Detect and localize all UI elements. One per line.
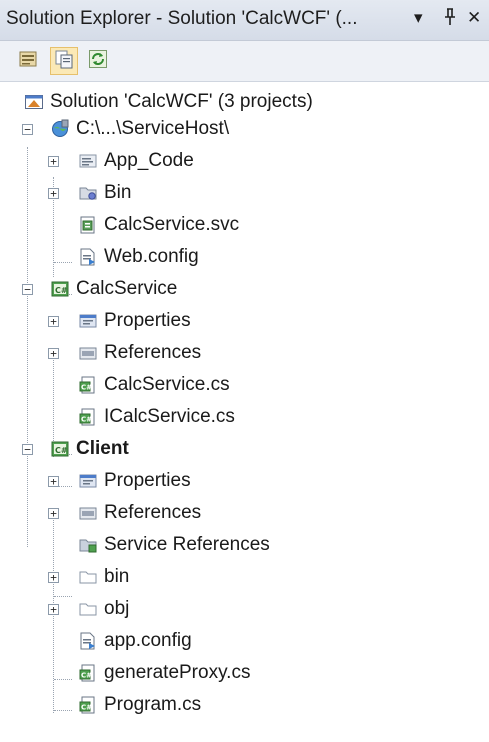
tree-item-label: app.config — [104, 630, 192, 651]
tree-item-solution[interactable]: Solution 'CalcWCF' (3 projects) — [24, 87, 313, 117]
expand-toggle[interactable]: + — [48, 572, 59, 583]
folder-icon — [78, 599, 98, 619]
tree-item-label: References — [104, 502, 202, 523]
expand-toggle[interactable]: + — [48, 348, 59, 359]
collapse-toggle[interactable]: − — [22, 124, 33, 135]
tree-connector-line — [54, 596, 72, 597]
collapse-toggle[interactable]: − — [22, 284, 33, 295]
tree-item-label: Properties — [104, 470, 191, 491]
tree-item-label: Solution 'CalcWCF' (3 projects) — [50, 91, 313, 112]
svg-text:C#: C# — [81, 416, 92, 424]
svg-text:C#: C# — [55, 446, 68, 455]
csharp-project-icon: C# — [50, 439, 70, 459]
tree-item-bin[interactable]: Bin — [78, 178, 131, 208]
tree-item-generateproxy-cs[interactable]: C# generateProxy.cs — [78, 658, 250, 688]
expand-toggle[interactable]: + — [48, 508, 59, 519]
svc-file-icon — [78, 215, 98, 235]
expand-toggle[interactable]: + — [48, 604, 59, 615]
expand-toggle[interactable]: + — [48, 188, 59, 199]
tree-connector-line — [54, 710, 72, 711]
properties-folder-icon — [78, 471, 98, 491]
svg-text:C#: C# — [81, 672, 92, 680]
svg-text:C#: C# — [81, 384, 92, 392]
tree-item-label: generateProxy.cs — [104, 662, 251, 683]
svg-text:C#: C# — [81, 704, 92, 712]
config-file-icon — [78, 247, 98, 267]
tree-item-app-code[interactable]: App_Code — [78, 146, 194, 176]
tree-item-program-cs[interactable]: C# Program.cs — [78, 690, 201, 720]
tree-item-label: bin — [104, 566, 130, 587]
svg-text:C#: C# — [55, 286, 68, 295]
tree-item-properties[interactable]: Properties — [78, 306, 191, 336]
refresh-icon — [88, 49, 108, 74]
tree-item-properties[interactable]: Properties — [78, 466, 191, 496]
web-project-icon — [50, 119, 70, 139]
expand-toggle[interactable]: + — [48, 316, 59, 327]
tree-item-label: CalcService — [76, 278, 178, 299]
service-references-icon — [78, 535, 98, 555]
csharp-file-icon: C# — [78, 663, 98, 683]
window-title: Solution Explorer - Solution 'CalcWCF' (… — [6, 8, 358, 29]
csharp-project-icon: C# — [50, 279, 70, 299]
show-all-files-button[interactable] — [50, 47, 78, 75]
tree-item-calcservice-project[interactable]: C# CalcService — [50, 274, 177, 304]
tree-item-servicehost-project[interactable]: C:\...\ServiceHost\ — [50, 114, 229, 144]
references-icon — [78, 343, 98, 363]
tree-item-calcservice-svc[interactable]: CalcService.svc — [78, 210, 239, 240]
tree-item-label: Web.config — [104, 246, 199, 267]
tree-connector-line — [27, 147, 28, 547]
tree-item-references[interactable]: References — [78, 338, 201, 368]
tree-item-icalcservice-cs[interactable]: C# ICalcService.cs — [78, 402, 235, 432]
csharp-file-icon: C# — [78, 407, 98, 427]
solution-icon — [24, 92, 44, 112]
collapse-toggle[interactable]: − — [22, 444, 33, 455]
expand-toggle[interactable]: + — [48, 156, 59, 167]
properties-button[interactable] — [14, 47, 42, 75]
properties-icon — [18, 49, 38, 74]
expand-toggle[interactable]: + — [48, 476, 59, 487]
tree-item-service-references[interactable]: Service References — [78, 530, 270, 560]
window-position-dropdown-icon[interactable]: ▾ — [414, 8, 423, 28]
solution-tree: Solution 'CalcWCF' (3 projects) − C:\...… — [0, 82, 489, 742]
tree-item-label: Client — [76, 438, 129, 459]
tree-item-label: CalcService.svc — [104, 214, 240, 235]
tree-item-client-project[interactable]: C# Client — [50, 434, 129, 464]
folder-icon — [78, 151, 98, 171]
show-all-files-icon — [54, 49, 74, 74]
tree-item-obj-folder[interactable]: obj — [78, 594, 129, 624]
tree-item-label: CalcService.cs — [104, 374, 230, 395]
tree-item-calcservice-cs[interactable]: C# CalcService.cs — [78, 370, 230, 400]
references-icon — [78, 503, 98, 523]
tree-item-web-config[interactable]: Web.config — [78, 242, 199, 272]
tree-item-label: Program.cs — [104, 694, 202, 715]
tree-item-label: Bin — [104, 182, 132, 203]
csharp-file-icon: C# — [78, 695, 98, 715]
tree-item-references[interactable]: References — [78, 498, 201, 528]
tree-item-label: Properties — [104, 310, 191, 331]
tree-connector-line — [54, 262, 72, 263]
solution-explorer-toolbar — [0, 41, 489, 82]
properties-folder-icon — [78, 311, 98, 331]
config-file-icon — [78, 631, 98, 651]
tree-connector-line — [54, 679, 72, 680]
close-icon[interactable]: ✕ — [467, 8, 481, 28]
tree-item-label: References — [104, 342, 202, 363]
folder-icon — [78, 567, 98, 587]
tree-item-bin-folder[interactable]: bin — [78, 562, 129, 592]
tree-item-app-config[interactable]: app.config — [78, 626, 192, 656]
tree-item-label: App_Code — [104, 150, 194, 171]
tree-item-label: Service References — [104, 534, 270, 555]
window-titlebar: Solution Explorer - Solution 'CalcWCF' (… — [0, 0, 489, 41]
tree-item-label: ICalcService.cs — [104, 406, 235, 427]
tree-item-label: C:\...\ServiceHost\ — [76, 118, 230, 139]
refresh-button[interactable] — [84, 47, 112, 75]
tree-item-label: obj — [104, 598, 130, 619]
folder-icon — [78, 183, 98, 203]
csharp-file-icon: C# — [78, 375, 98, 395]
auto-hide-pin-icon[interactable] — [443, 8, 457, 31]
